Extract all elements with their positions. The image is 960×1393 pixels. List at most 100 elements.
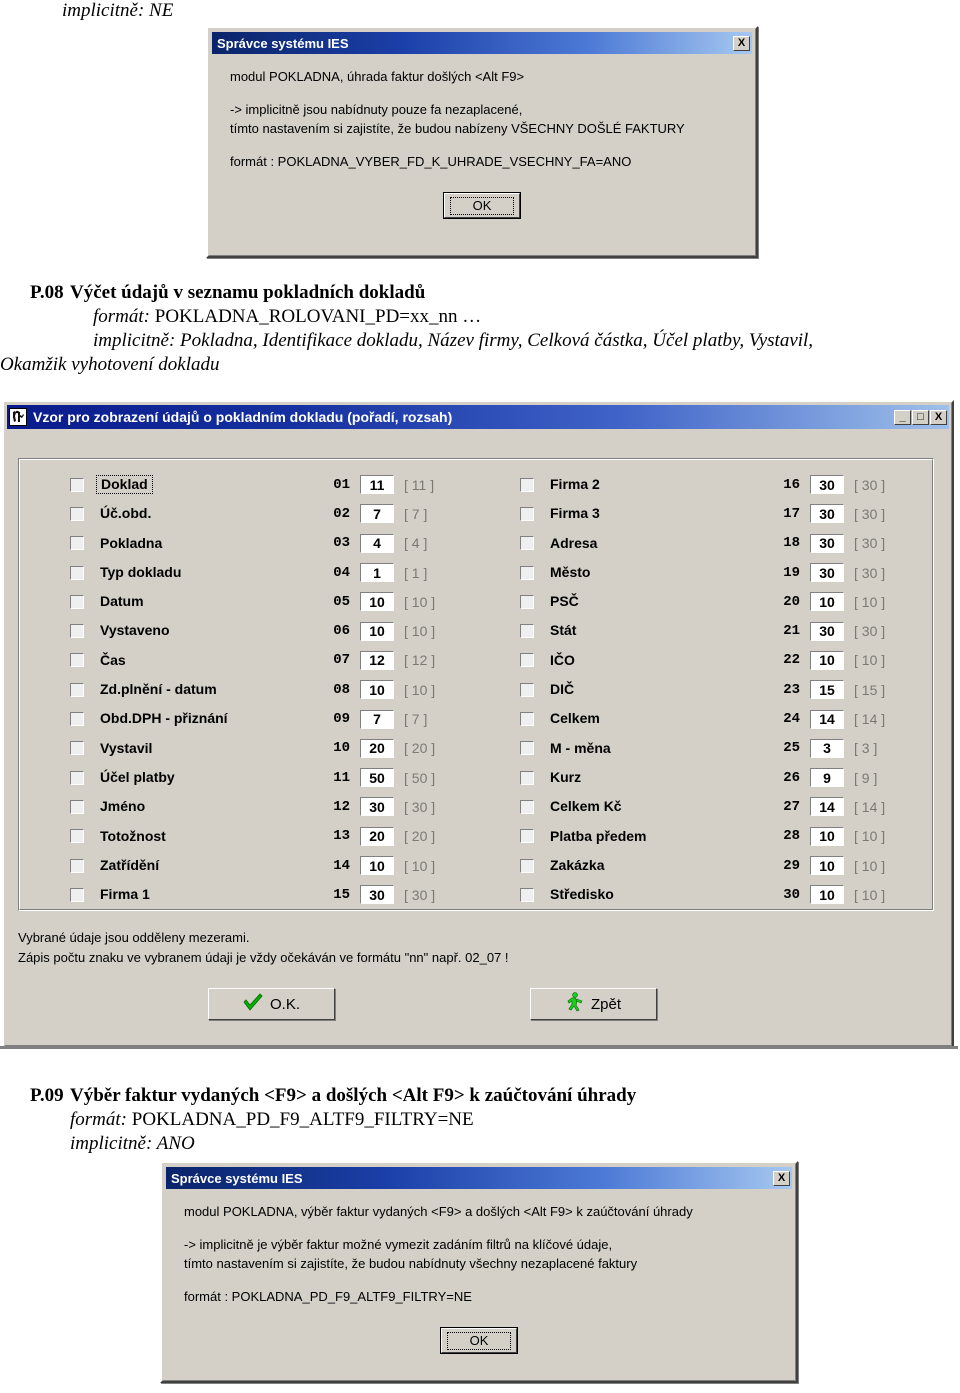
ok-button[interactable]: O.K. <box>208 988 335 1020</box>
field-row: Platba předem 28 10 [ 10 ] <box>520 822 920 851</box>
field-row: Stát 21 30 [ 30 ] <box>520 616 920 645</box>
field-width-input[interactable]: 10 <box>360 621 394 641</box>
field-width-input[interactable]: 11 <box>360 475 394 495</box>
field-checkbox[interactable] <box>520 829 534 844</box>
field-width-input[interactable]: 20 <box>360 738 394 758</box>
field-label: IČO <box>550 651 575 668</box>
field-maxlength: [ 30 ] <box>854 623 886 640</box>
field-checkbox[interactable] <box>520 506 534 521</box>
field-width-input[interactable]: 30 <box>810 533 844 553</box>
field-checkbox[interactable] <box>70 624 84 639</box>
field-width-input[interactable]: 12 <box>360 650 394 670</box>
field-checkbox[interactable] <box>70 712 84 727</box>
field-checkbox[interactable] <box>70 741 84 756</box>
field-width-input[interactable]: 10 <box>810 592 844 612</box>
field-width-input[interactable]: 10 <box>360 592 394 612</box>
field-width-input[interactable]: 10 <box>360 856 394 875</box>
field-index: 16 <box>783 476 800 493</box>
field-checkbox[interactable] <box>520 770 534 785</box>
field-checkbox[interactable] <box>70 594 84 609</box>
field-index: 03 <box>333 535 350 552</box>
field-checkbox[interactable] <box>520 741 534 756</box>
field-checkbox[interactable] <box>70 682 84 697</box>
field-width-input[interactable]: 10 <box>810 856 844 875</box>
field-width-input[interactable]: 30 <box>810 621 844 641</box>
dialog-bottom-title: Správce systému IES <box>171 1170 303 1186</box>
field-width-input[interactable]: 30 <box>360 885 394 905</box>
field-width-input[interactable]: 10 <box>810 650 844 670</box>
dialog-top-para2-line2: tímto nastavením si zajistíte, že budou … <box>230 120 685 136</box>
field-checkbox[interactable] <box>70 565 84 580</box>
field-checkbox[interactable] <box>520 624 534 639</box>
field-width-input[interactable]: 30 <box>360 797 394 817</box>
field-checkbox[interactable] <box>70 887 84 902</box>
field-width-input[interactable]: 7 <box>360 504 394 524</box>
field-width-input[interactable]: 7 <box>360 709 394 729</box>
field-width-input[interactable]: 14 <box>810 709 844 729</box>
field-checkbox[interactable] <box>520 799 534 814</box>
field-checkbox[interactable] <box>70 858 84 873</box>
field-row: Firma 1 15 30 [ 30 ] <box>70 880 470 909</box>
p08-title: Výčet údajů v seznamu pokladních dokladů <box>70 282 426 303</box>
minimize-icon[interactable]: _ <box>894 409 911 425</box>
field-checkbox[interactable] <box>70 770 84 785</box>
field-label: Město <box>550 563 591 580</box>
field-maxlength: [ 30 ] <box>854 505 886 522</box>
maximize-icon[interactable]: □ <box>912 409 929 425</box>
dialog-top-title: Správce systému IES <box>217 35 349 51</box>
field-width-input[interactable]: 1 <box>360 563 394 583</box>
dialog-top-ok-button[interactable]: OK <box>443 192 521 220</box>
field-maxlength: [ 30 ] <box>404 798 436 815</box>
field-width-input[interactable]: 15 <box>810 680 844 700</box>
dialog-bottom-para3: formát : POKLADNA_PD_F9_ALTF9_FILTRY=NE <box>184 1288 472 1304</box>
close-icon[interactable]: X <box>733 35 750 51</box>
back-button[interactable]: Zpět <box>530 988 657 1020</box>
field-checkbox[interactable] <box>70 799 84 814</box>
field-label: Firma 2 <box>550 475 600 492</box>
field-checkbox[interactable] <box>520 653 534 668</box>
field-checkbox[interactable] <box>520 712 534 727</box>
field-checkbox[interactable] <box>520 594 534 609</box>
ies-message-dialog-top: Správce systému IES X modul POKLADNA, úh… <box>206 26 758 258</box>
field-width-input[interactable]: 10 <box>360 680 394 700</box>
field-index: 30 <box>783 886 800 903</box>
field-width-input[interactable]: 4 <box>360 533 394 553</box>
field-width-input[interactable]: 14 <box>810 797 844 817</box>
close-icon[interactable]: X <box>773 1170 790 1186</box>
field-width-input[interactable]: 10 <box>810 826 844 846</box>
field-checkbox[interactable] <box>70 653 84 668</box>
field-label: DIČ <box>550 681 575 698</box>
field-row: Středisko 30 10 [ 10 ] <box>520 880 920 909</box>
field-checkbox[interactable] <box>70 829 84 844</box>
field-index: 24 <box>783 711 800 728</box>
field-width-input[interactable]: 30 <box>810 475 844 495</box>
field-checkbox[interactable] <box>70 477 84 492</box>
field-width-input[interactable]: 9 <box>810 768 844 788</box>
field-checkbox[interactable] <box>70 536 84 551</box>
field-maxlength: [ 30 ] <box>854 564 886 581</box>
field-label: Typ dokladu <box>100 563 182 580</box>
field-width-input[interactable]: 3 <box>810 738 844 758</box>
p08-format: formát: POKLADNA_ROLOVANI_PD=xx_nn … <box>93 306 481 328</box>
field-checkbox[interactable] <box>520 858 534 873</box>
close-icon[interactable]: X <box>930 409 947 425</box>
field-checkbox[interactable] <box>70 506 84 521</box>
field-maxlength: [ 7 ] <box>404 505 428 522</box>
field-checkbox[interactable] <box>520 682 534 697</box>
field-width-input[interactable]: 30 <box>810 563 844 583</box>
p09-number: P.09 <box>30 1085 64 1106</box>
field-checkbox[interactable] <box>520 477 534 492</box>
field-width-input[interactable]: 10 <box>810 885 844 905</box>
field-maxlength: [ 20 ] <box>404 740 436 757</box>
field-width-input[interactable]: 30 <box>810 504 844 524</box>
field-index: 14 <box>333 857 350 874</box>
field-checkbox[interactable] <box>520 536 534 551</box>
field-row: Doklad 01 11 [ 11 ] <box>70 470 470 499</box>
notes-block: Vybrané údaje jsou odděleny mezerami. Zá… <box>18 928 509 968</box>
field-width-input[interactable]: 20 <box>360 826 394 846</box>
field-width-input[interactable]: 50 <box>360 768 394 788</box>
field-checkbox[interactable] <box>520 565 534 580</box>
field-checkbox[interactable] <box>520 887 534 902</box>
field-maxlength: [ 1 ] <box>404 564 428 581</box>
dialog-bottom-ok-button[interactable]: OK <box>440 1327 518 1355</box>
